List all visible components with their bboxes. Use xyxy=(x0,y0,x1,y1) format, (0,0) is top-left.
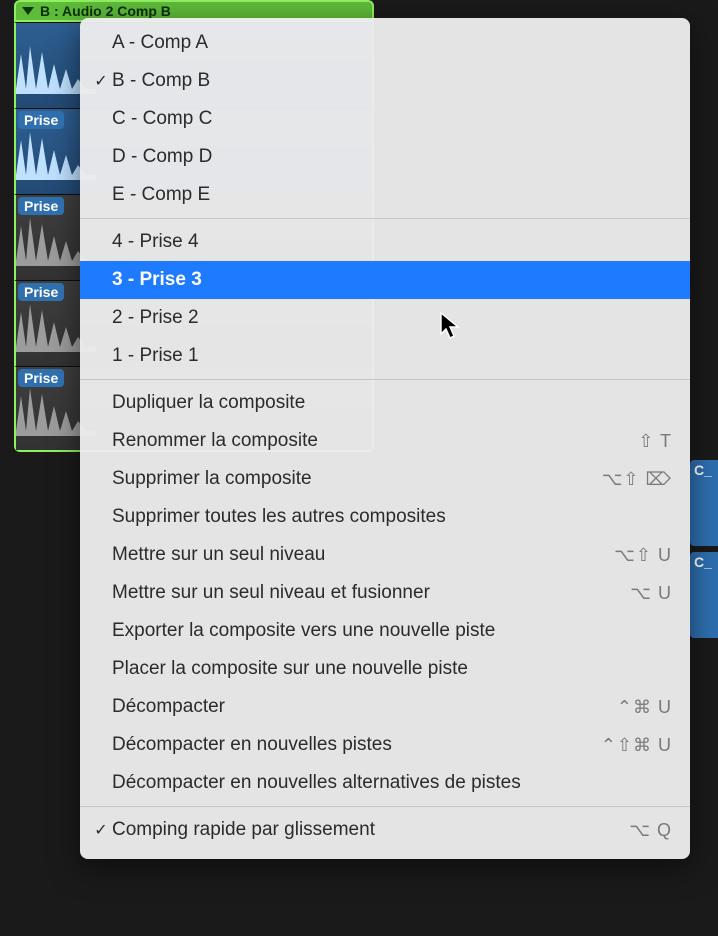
menu-item-label: Placer la composite sur une nouvelle pis… xyxy=(112,658,672,680)
adjacent-audio-clip[interactable]: C_ xyxy=(690,552,718,638)
menu-item[interactable]: 1 - Prise 1 xyxy=(80,337,690,375)
menu-item[interactable]: Exporter la composite vers une nouvelle … xyxy=(80,612,690,650)
take-lane-label: Prise xyxy=(18,283,64,301)
menu-item[interactable]: 2 - Prise 2 xyxy=(80,299,690,337)
menu-separator xyxy=(80,806,690,807)
menu-item[interactable]: ✓Comping rapide par glissement⌥ Q xyxy=(80,811,690,849)
menu-item-label: 1 - Prise 1 xyxy=(112,345,672,367)
menu-item[interactable]: E - Comp E xyxy=(80,176,690,214)
take-lane-label: Prise xyxy=(18,111,64,129)
checkmark-icon: ✓ xyxy=(90,820,112,840)
track-title: B : Audio 2 Comp B xyxy=(40,3,171,19)
menu-item-shortcut: ⌃⌘ U xyxy=(617,697,672,718)
menu-item[interactable]: 3 - Prise 3 xyxy=(80,261,690,299)
adjacent-audio-clip[interactable]: C_ xyxy=(690,460,718,546)
menu-item[interactable]: Dupliquer la composite xyxy=(80,384,690,422)
menu-item-label: Supprimer la composite xyxy=(112,468,602,490)
checkmark-icon: ✓ xyxy=(90,71,112,91)
menu-item-label: Renommer la composite xyxy=(112,430,638,452)
take-folder-context-menu[interactable]: A - Comp A✓B - Comp BC - Comp CD - Comp … xyxy=(80,18,690,859)
menu-item[interactable]: 4 - Prise 4 xyxy=(80,223,690,261)
menu-item[interactable]: Mettre sur un seul niveau et fusionner⌥ … xyxy=(80,574,690,612)
menu-item[interactable]: ✓B - Comp B xyxy=(80,62,690,100)
menu-item-shortcut: ⌃⇧⌘ U xyxy=(601,735,672,756)
menu-item[interactable]: Renommer la composite⇧ T xyxy=(80,422,690,460)
menu-item-label: Exporter la composite vers une nouvelle … xyxy=(112,620,672,642)
menu-item-label: 3 - Prise 3 xyxy=(112,269,672,291)
menu-item-label: Décompacter en nouvelles pistes xyxy=(112,734,601,756)
menu-separator xyxy=(80,379,690,380)
menu-item[interactable]: Placer la composite sur une nouvelle pis… xyxy=(80,650,690,688)
menu-item-label: Comping rapide par glissement xyxy=(112,819,629,841)
menu-item-label: D - Comp D xyxy=(112,146,672,168)
menu-item[interactable]: D - Comp D xyxy=(80,138,690,176)
menu-item-label: C - Comp C xyxy=(112,108,672,130)
right-adjacent-clips: C_C_ xyxy=(690,460,718,644)
menu-item[interactable]: Décompacter⌃⌘ U xyxy=(80,688,690,726)
menu-item-label: E - Comp E xyxy=(112,184,672,206)
menu-separator xyxy=(80,218,690,219)
menu-item[interactable]: Mettre sur un seul niveau⌥⇧ U xyxy=(80,536,690,574)
menu-item-label: Dupliquer la composite xyxy=(112,392,672,414)
menu-item[interactable]: Supprimer toutes les autres composites xyxy=(80,498,690,536)
menu-item-label: 2 - Prise 2 xyxy=(112,307,672,329)
menu-item-label: Mettre sur un seul niveau xyxy=(112,544,614,566)
menu-item[interactable]: Supprimer la composite⌥⇧ ⌦ xyxy=(80,460,690,498)
menu-item-label: Mettre sur un seul niveau et fusionner xyxy=(112,582,630,604)
menu-item[interactable]: Décompacter en nouvelles alternatives de… xyxy=(80,764,690,802)
menu-item-label: B - Comp B xyxy=(112,70,672,92)
take-lane-label: Prise xyxy=(18,197,64,215)
menu-item[interactable]: C - Comp C xyxy=(80,100,690,138)
menu-item-label: Décompacter en nouvelles alternatives de… xyxy=(112,772,672,794)
menu-item-label: Supprimer toutes les autres composites xyxy=(112,506,672,528)
menu-item[interactable]: Décompacter en nouvelles pistes⌃⇧⌘ U xyxy=(80,726,690,764)
menu-item-label: A - Comp A xyxy=(112,32,672,54)
menu-item-shortcut: ⌥⇧ U xyxy=(614,545,672,566)
menu-item[interactable]: A - Comp A xyxy=(80,24,690,62)
take-lane-label: Prise xyxy=(18,369,64,387)
menu-item-shortcut: ⌥⇧ ⌦ xyxy=(602,469,672,490)
menu-item-label: 4 - Prise 4 xyxy=(112,231,672,253)
menu-item-shortcut: ⌥ U xyxy=(630,583,672,604)
disclosure-triangle-icon[interactable] xyxy=(22,7,34,15)
menu-item-shortcut: ⇧ T xyxy=(638,431,672,452)
menu-item-label: Décompacter xyxy=(112,696,617,718)
menu-item-shortcut: ⌥ Q xyxy=(629,820,672,841)
